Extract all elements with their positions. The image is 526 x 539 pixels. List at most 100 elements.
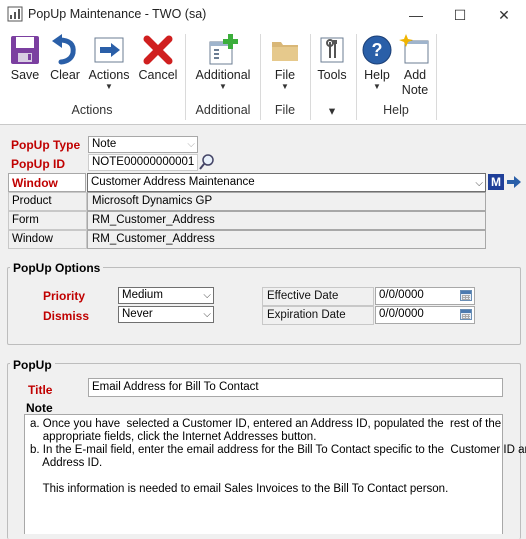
dismiss-value: Never <box>122 308 153 320</box>
title-bar: PopUp Maintenance - TWO (sa) — ☐ ✕ <box>0 0 526 30</box>
chevron-down-icon: ▼ <box>281 82 289 91</box>
priority-label: Priority <box>43 289 86 303</box>
note-line <box>30 470 497 483</box>
priority-value: Medium <box>122 289 163 301</box>
note-line: appropriate fields, click the Internet A… <box>30 431 317 443</box>
chevron-down-icon: ⌵ <box>187 139 195 150</box>
popup-title: PopUp <box>10 358 55 372</box>
window-title: PopUp Maintenance - TWO (sa) <box>28 7 207 21</box>
chevron-down-icon: ▼ <box>219 82 227 91</box>
chevron-down-icon: ⌵ <box>203 290 211 301</box>
window-value: Customer Address Maintenance <box>91 176 255 188</box>
note-label: Note <box>26 401 53 415</box>
undo-arrow-icon <box>52 34 76 65</box>
app-icon <box>7 6 23 22</box>
dismiss-select[interactable]: Never ⌵ <box>118 306 214 323</box>
chevron-down-icon: ⌵ <box>475 178 483 189</box>
actions-button[interactable]: Actions ▼ <box>86 34 132 91</box>
note-line: This information is needed to email Sale… <box>30 483 449 495</box>
popup-id-label: PopUp ID <box>11 157 65 171</box>
add-note-label-1: Add <box>403 68 427 82</box>
chevron-down-icon: ▼ <box>105 82 113 91</box>
group-actions-label: Actions <box>71 103 113 117</box>
chevron-down-icon: ▼ <box>373 82 381 91</box>
group-additional-label: Additional <box>195 103 251 117</box>
tools-icon <box>320 37 344 63</box>
go-arrow-icon[interactable] <box>506 174 522 190</box>
expiration-date-value: 0/0/0000 <box>379 308 424 320</box>
popup-type-select[interactable]: Note ⌵ <box>88 136 198 153</box>
popup-id-value: NOTE00000000001 <box>92 156 195 168</box>
expiration-date-label: Expiration Date <box>267 309 346 321</box>
close-button[interactable]: ✕ <box>482 0 526 30</box>
add-note-button[interactable]: Add Note <box>396 34 434 98</box>
group-file-label: File <box>274 103 296 117</box>
tools-button[interactable]: Tools <box>312 34 352 83</box>
chevron-down-icon: ⌵ <box>203 309 211 320</box>
title-input[interactable]: Email Address for Bill To Contact <box>88 378 503 397</box>
popup-id-field[interactable]: NOTE00000000001 <box>88 154 198 171</box>
additional-button[interactable]: Additional ▼ <box>190 34 256 91</box>
note-line: b. In the E-mail field, enter the email … <box>30 444 526 456</box>
lookup-magnifier-icon[interactable] <box>199 153 215 170</box>
window-plus-icon <box>209 34 238 65</box>
form-field: RM_Customer_Address <box>87 211 486 230</box>
arrow-right-icon <box>94 37 124 63</box>
group-tools-label[interactable]: ▾ <box>312 103 352 118</box>
clear-button[interactable]: Clear <box>46 34 84 83</box>
window-name-label: Window <box>8 230 87 249</box>
effective-date-label: Effective Date <box>267 290 339 302</box>
group-help-label: Help <box>383 103 409 117</box>
window-select[interactable]: Customer Address Maintenance ⌵ <box>87 173 486 192</box>
form-label: Form <box>8 211 87 230</box>
tools-label: Tools <box>317 68 347 82</box>
window-label-box: Window <box>8 173 86 192</box>
save-disk-icon <box>11 36 39 64</box>
note-textarea[interactable]: a. Once you have selected a Customer ID,… <box>24 414 526 534</box>
priority-select[interactable]: Medium ⌵ <box>118 287 214 304</box>
calendar-icon[interactable] <box>460 309 472 320</box>
minimize-button[interactable]: — <box>394 0 438 30</box>
ribbon-separator <box>185 34 186 120</box>
cancel-button[interactable]: Cancel <box>136 34 180 83</box>
note-sparkle-icon <box>399 34 429 64</box>
add-note-label-2: Note <box>401 83 429 97</box>
expiration-date-label-box: Expiration Date <box>262 306 374 325</box>
cancel-label: Cancel <box>138 68 178 82</box>
svg-text:?: ? <box>372 40 383 60</box>
maximize-button[interactable]: ☐ <box>438 0 482 30</box>
help-label: Help <box>364 68 390 82</box>
save-button[interactable]: Save <box>4 34 46 83</box>
calendar-icon[interactable] <box>460 290 472 301</box>
actions-label: Actions <box>88 68 130 82</box>
effective-date-label-box: Effective Date <box>262 287 374 306</box>
window-label: Window <box>12 176 58 190</box>
note-line: a. Once you have selected a Customer ID,… <box>30 418 502 430</box>
title-label: Title <box>28 383 53 397</box>
popup-options-title: PopUp Options <box>10 261 104 275</box>
effective-date-field[interactable]: 0/0/0000 <box>375 287 475 305</box>
ribbon-separator <box>356 34 357 120</box>
file-label: File <box>274 68 296 82</box>
title-value: Email Address for Bill To Contact <box>92 381 259 393</box>
help-button[interactable]: ? Help ▼ <box>358 34 396 91</box>
clear-label: Clear <box>50 68 80 82</box>
save-label: Save <box>10 68 40 82</box>
ribbon-separator <box>310 34 311 120</box>
product-field: Microsoft Dynamics GP <box>87 192 486 211</box>
product-label: Product <box>8 192 87 211</box>
help-question-icon: ? <box>362 35 392 65</box>
dismiss-label: Dismiss <box>43 309 90 323</box>
ribbon-separator <box>260 34 261 120</box>
file-button[interactable]: File ▼ <box>264 34 306 91</box>
ribbon-separator <box>436 34 437 120</box>
popup-type-value: Note <box>92 138 117 150</box>
modifier-m-icon[interactable]: M <box>488 174 504 190</box>
window-name-field: RM_Customer_Address <box>87 230 486 249</box>
note-line: Address ID. <box>30 457 103 469</box>
ribbon: Save Clear Actions ▼ Cancel Actions Addi… <box>0 30 526 125</box>
folder-icon <box>272 42 298 61</box>
red-x-icon <box>143 35 173 65</box>
additional-label: Additional <box>195 68 251 82</box>
expiration-date-field[interactable]: 0/0/0000 <box>375 306 475 324</box>
